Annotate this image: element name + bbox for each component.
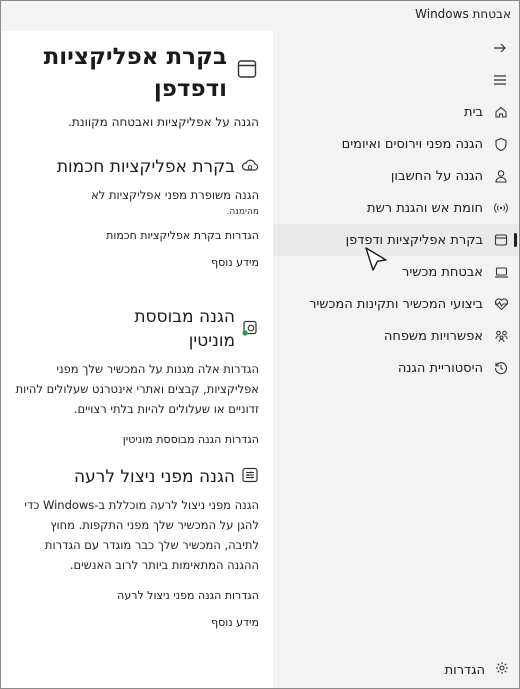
app-window: אבטחת Windows בית הגנה מפני וירוסים ואיו… <box>0 0 520 689</box>
nav-item-label: הגנה מפני וירוסים ואיומים <box>341 136 483 152</box>
navigation-pane: בית הגנה מפני וירוסים ואיומים הגנה על הח… <box>271 31 519 688</box>
exploit-settings-link[interactable]: הגדרות הגנה מפני ניצול לרעה <box>13 589 259 602</box>
nav-item-label: אבטחת מכשיר <box>402 264 483 280</box>
nav-item-label: היסטוריית הגנה <box>397 360 483 376</box>
nav-item-label: בית <box>464 104 483 120</box>
person-icon <box>493 168 509 184</box>
nav-item-device-performance[interactable]: ביצועי המכשיר ותקינות המכשיר <box>273 288 519 320</box>
hamburger-menu-icon[interactable] <box>491 71 509 89</box>
smart-app-settings-link[interactable]: הגדרות בקרת אפליקציות חכמות <box>13 229 259 242</box>
content-pane: בקרת אפליקציות ודפדפן הגנה על אפליקציות … <box>1 31 273 688</box>
nav-item-label: ביצועי המכשיר ותקינות המכשיר <box>309 296 483 312</box>
exploit-protection-section: הגנה מפני ניצול לרעה הגנה מפני ניצול לרע… <box>13 465 259 629</box>
section-description: הגדרות אלה מגנות על המכשיר שלך מפני אפלי… <box>15 362 259 416</box>
settings-label: הגדרות <box>444 662 485 678</box>
nav-item-family-options[interactable]: אפשרויות משפחה <box>273 320 519 352</box>
laptop-icon <box>493 264 509 280</box>
section-description: הגנה מפני ניצול לרעה מוכללת ב-Windows כד… <box>24 498 259 572</box>
gear-icon <box>495 661 509 679</box>
page-title: בקרת אפליקציות ודפדפן <box>43 44 227 102</box>
nav-item-label: חומת אש והגנת רשת <box>367 200 483 216</box>
back-arrow-icon[interactable] <box>491 39 509 57</box>
heart-pulse-icon <box>493 296 509 312</box>
shield-icon <box>493 136 509 152</box>
family-icon <box>493 328 509 344</box>
section-title: הגנה מפני ניצול לרעה <box>73 467 235 487</box>
nav-item-virus-protection[interactable]: הגנה מפני וירוסים ואיומים <box>273 128 519 160</box>
learn-more-link[interactable]: מידע נוסף <box>13 616 259 629</box>
nav-item-label: אפשרויות משפחה <box>383 328 483 344</box>
selection-indicator <box>514 233 517 247</box>
section-description: הגנה משופרת מפני אפליקציות לא <box>91 188 259 202</box>
nav-item-app-browser-control[interactable]: בקרת אפליקציות ודפדפן <box>273 224 519 256</box>
nav-item-label: הגנה על החשבון <box>390 168 483 184</box>
section-note: מהימנה. <box>226 207 259 217</box>
smart-app-control-section: בקרת אפליקציות חכמות הגנה משופרת מפני אפ… <box>13 155 259 269</box>
reputation-settings-link[interactable]: הגדרות הגנה מבוססת מוניטין <box>13 433 259 446</box>
nav-item-settings[interactable]: הגדרות <box>273 656 519 684</box>
nav-item-firewall[interactable]: חומת אש והגנת רשת <box>273 192 519 224</box>
reputation-shield-icon <box>241 319 259 341</box>
nav-item-home[interactable]: בית <box>273 96 519 128</box>
app-browser-icon <box>493 232 509 248</box>
history-icon <box>493 360 509 376</box>
home-icon <box>493 104 509 120</box>
reputation-protection-section: הגנה מבוססת מוניטין הגדרות אלה מגנות על … <box>13 305 259 446</box>
section-title: הגנה מבוססת מוניטין <box>134 307 235 351</box>
exploit-protection-icon <box>241 467 259 487</box>
page-subtitle: הגנה על אפליקציות ואבטחה מקוונת. <box>68 115 259 129</box>
section-title: בקרת אפליקציות חכמות <box>56 157 235 177</box>
nav-item-protection-history[interactable]: היסטוריית הגנה <box>273 352 519 384</box>
learn-more-link[interactable]: מידע נוסף <box>13 256 259 269</box>
cloud-shield-icon <box>241 157 259 177</box>
mouse-pointer-icon <box>364 246 390 274</box>
nav-item-account-protection[interactable]: הגנה על החשבון <box>273 160 519 192</box>
wireless-icon <box>493 200 509 216</box>
window-title: אבטחת Windows <box>415 7 511 21</box>
nav-item-device-security[interactable]: אבטחת מכשיר <box>273 256 519 288</box>
app-browser-icon <box>237 59 257 79</box>
